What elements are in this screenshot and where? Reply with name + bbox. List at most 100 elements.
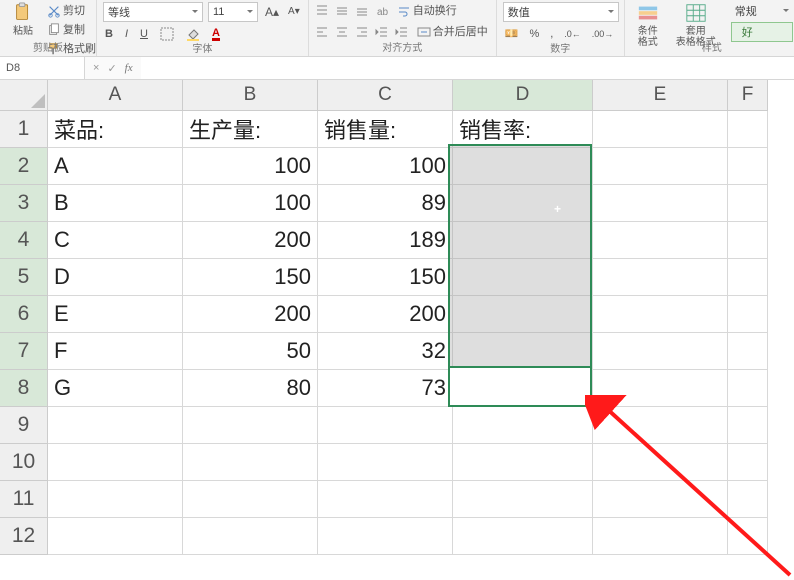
italic-button[interactable]: I	[123, 25, 130, 43]
cell-D1[interactable]: 销售率:	[453, 111, 593, 148]
orientation-icon[interactable]: ab	[375, 4, 389, 18]
cell-B3[interactable]: 100	[183, 185, 318, 222]
number-format-select[interactable]: 数值	[503, 2, 619, 22]
cell-C3[interactable]: 89	[318, 185, 453, 222]
row-header-1[interactable]: 1	[0, 111, 48, 148]
align-center-icon[interactable]	[335, 25, 349, 39]
cell-D3[interactable]	[453, 185, 593, 222]
cell-B7[interactable]: 50	[183, 333, 318, 370]
font-size-select[interactable]: 11	[208, 2, 258, 22]
cell-A4[interactable]: C	[48, 222, 183, 259]
cut-button[interactable]: 剪切	[45, 2, 98, 20]
align-bottom-icon[interactable]	[355, 4, 369, 18]
cell-A8[interactable]: G	[48, 370, 183, 407]
row-header-2[interactable]: 2	[0, 148, 48, 185]
row-header-9[interactable]: 9	[0, 407, 48, 444]
accept-formula-icon[interactable]: ✓	[107, 62, 116, 75]
cell-B1[interactable]: 生产量:	[183, 111, 318, 148]
cell-A7[interactable]: F	[48, 333, 183, 370]
cell-E3[interactable]	[593, 185, 728, 222]
bold-button[interactable]: B	[103, 25, 115, 43]
cell-E8[interactable]	[593, 370, 728, 407]
cell-C6[interactable]: 200	[318, 296, 453, 333]
cell-A1[interactable]: 菜品:	[48, 111, 183, 148]
indent-inc-icon[interactable]	[395, 25, 409, 39]
style-good[interactable]: 好	[731, 22, 793, 42]
paste-button[interactable]: 粘贴	[6, 2, 40, 37]
row-header-11[interactable]: 11	[0, 481, 48, 518]
col-header-A[interactable]: A	[48, 80, 183, 111]
cell-B8[interactable]: 80	[183, 370, 318, 407]
cell-F7[interactable]	[728, 333, 768, 370]
cell-E2[interactable]	[593, 148, 728, 185]
cell-D8[interactable]	[453, 370, 593, 407]
font-color-button[interactable]: A	[210, 27, 222, 42]
cell-F1[interactable]	[728, 111, 768, 148]
row-header-4[interactable]: 4	[0, 222, 48, 259]
cell-D4[interactable]	[453, 222, 593, 259]
cell-C5[interactable]: 150	[318, 259, 453, 296]
indent-dec-icon[interactable]	[375, 25, 389, 39]
cell-C8[interactable]: 73	[318, 370, 453, 407]
cell-F2[interactable]	[728, 148, 768, 185]
wrap-text-button[interactable]: 自动换行	[395, 2, 459, 20]
row-header-6[interactable]: 6	[0, 296, 48, 333]
cell-D7[interactable]	[453, 333, 593, 370]
underline-button[interactable]: U	[138, 25, 150, 43]
decrease-font-button[interactable]: A▾	[286, 3, 302, 21]
cell-D5[interactable]	[453, 259, 593, 296]
row-header-12[interactable]: 12	[0, 518, 48, 555]
cell-F6[interactable]	[728, 296, 768, 333]
increase-font-button[interactable]: A▴	[263, 3, 281, 21]
cell-C1[interactable]: 销售量:	[318, 111, 453, 148]
name-box[interactable]: D8	[0, 57, 85, 79]
cell-B4[interactable]: 200	[183, 222, 318, 259]
cell-A6[interactable]: E	[48, 296, 183, 333]
dec-decimal-button[interactable]: .00→	[590, 25, 616, 43]
cell-A3[interactable]: B	[48, 185, 183, 222]
cell-A2[interactable]: A	[48, 148, 183, 185]
row-header-7[interactable]: 7	[0, 333, 48, 370]
row-header-5[interactable]: 5	[0, 259, 48, 296]
row-header-10[interactable]: 10	[0, 444, 48, 481]
cell-F4[interactable]	[728, 222, 768, 259]
cell-B6[interactable]: 200	[183, 296, 318, 333]
border-button[interactable]	[158, 26, 176, 42]
cell-D2[interactable]	[453, 148, 593, 185]
fill-color-button[interactable]	[184, 26, 202, 42]
cell-E1[interactable]	[593, 111, 728, 148]
cell-C7[interactable]: 32	[318, 333, 453, 370]
copy-button[interactable]: 复制	[45, 21, 98, 39]
cell-F3[interactable]	[728, 185, 768, 222]
comma-button[interactable]: ,	[548, 25, 555, 43]
cell-A5[interactable]: D	[48, 259, 183, 296]
align-middle-icon[interactable]	[335, 4, 349, 18]
align-left-icon[interactable]	[315, 25, 329, 39]
currency-button[interactable]: 💴	[503, 25, 521, 43]
worksheet[interactable]: A B C D E F 1 菜品: 生产量: 销售量: 销售率: 2 A 100…	[0, 80, 794, 555]
fx-icon[interactable]: fx	[125, 62, 133, 74]
align-top-icon[interactable]	[315, 4, 329, 18]
percent-button[interactable]: %	[527, 25, 541, 43]
col-header-E[interactable]: E	[593, 80, 728, 111]
row-header-3[interactable]: 3	[0, 185, 48, 222]
cell-C4[interactable]: 189	[318, 222, 453, 259]
col-header-F[interactable]: F	[728, 80, 768, 111]
font-family-select[interactable]: 等线	[103, 2, 203, 22]
merge-center-button[interactable]: 合并后居中	[415, 23, 490, 41]
row-header-8[interactable]: 8	[0, 370, 48, 407]
cell-B2[interactable]: 100	[183, 148, 318, 185]
col-header-C[interactable]: C	[318, 80, 453, 111]
col-header-D[interactable]: D	[453, 80, 593, 111]
formula-input[interactable]	[141, 57, 794, 79]
cell-F5[interactable]	[728, 259, 768, 296]
cell-D6[interactable]	[453, 296, 593, 333]
cancel-formula-icon[interactable]: ×	[93, 62, 99, 74]
inc-decimal-button[interactable]: .0←	[562, 25, 583, 43]
col-header-B[interactable]: B	[183, 80, 318, 111]
align-right-icon[interactable]	[355, 25, 369, 39]
cell-E4[interactable]	[593, 222, 728, 259]
cell-B5[interactable]: 150	[183, 259, 318, 296]
cell-F8[interactable]	[728, 370, 768, 407]
cell-C2[interactable]: 100	[318, 148, 453, 185]
